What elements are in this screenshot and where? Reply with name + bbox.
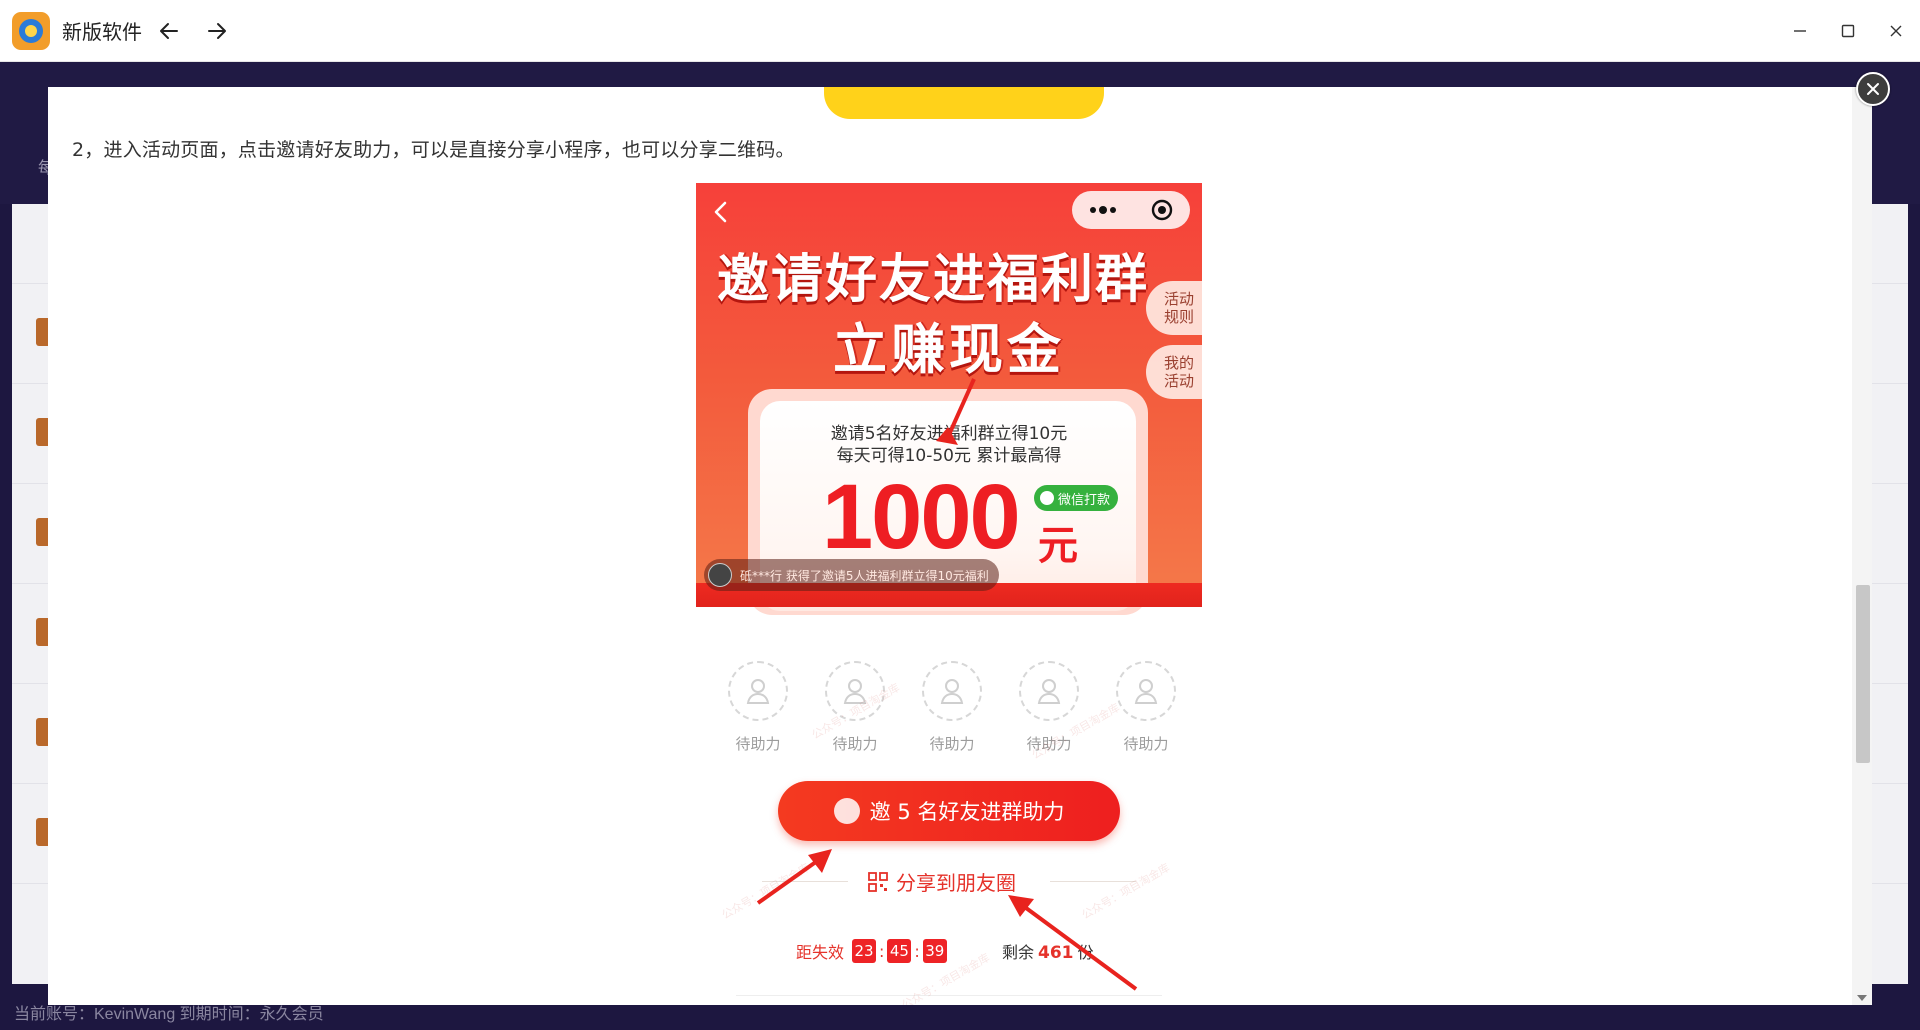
invite-button-label: 邀 5 名好友进群助力: [869, 800, 1065, 824]
divider: [736, 995, 1162, 996]
rules-tab-label: 活动规则: [1164, 290, 1195, 326]
user-placeholder-icon: [922, 661, 982, 721]
helper-status: 待助力: [929, 735, 975, 753]
headline-line-2: 立赚现金: [833, 318, 1065, 381]
wechat-pay-badge: 微信打款: [1034, 485, 1119, 511]
remaining-value: 461: [1038, 943, 1074, 963]
window-close-button[interactable]: [1872, 0, 1920, 62]
wechat-icon: [1040, 491, 1054, 505]
share-moments-label: 分享到朋友圈: [896, 871, 1016, 895]
helper-status: 待助力: [1123, 735, 1169, 753]
helper-slot: 待助力: [912, 661, 992, 754]
timer-minutes: 45: [887, 939, 912, 963]
close-icon: [1867, 83, 1879, 95]
window-titlebar: 新版软件: [0, 0, 1920, 62]
activity-screenshot: 邀请好友进福利群 立赚现金 活动规则 我的活动 邀请5名好友进福利群立得10元 …: [696, 183, 1202, 1005]
ticker-text: 砥***行 获得了邀请5人进福利群立得10元福利: [740, 568, 989, 583]
reward-line-2: 每天可得10-50元 累计最高得: [836, 446, 1062, 466]
reward-unit: 元: [1038, 523, 1078, 569]
remaining-label: 剩余: [1002, 943, 1035, 962]
helper-status: 待助力: [735, 735, 781, 753]
target-close-icon: [1151, 199, 1173, 221]
minimize-icon: [1794, 30, 1806, 32]
back-button[interactable]: [148, 10, 190, 52]
scroll-down-icon[interactable]: [1857, 995, 1867, 1001]
forward-button[interactable]: [196, 10, 238, 52]
window-title: 新版软件: [62, 20, 142, 44]
minimize-button[interactable]: [1776, 0, 1824, 62]
qr-code-icon: [868, 871, 888, 892]
modal-scrollbar[interactable]: [1852, 87, 1872, 1005]
previous-image-fragment: [824, 87, 1104, 119]
maximize-icon: [1841, 24, 1855, 38]
more-dots-icon: [1090, 206, 1116, 214]
remaining-unit: 份: [1077, 943, 1094, 962]
step-instruction: 2，进入活动页面，点击邀请好友助力，可以是直接分享小程序，也可以分享二维码。: [72, 139, 795, 161]
invite-friends-button: 邀 5 名好友进群助力: [778, 781, 1120, 841]
my-activity-tab-label: 我的活动: [1164, 354, 1195, 390]
my-activity-tab: 我的活动: [1146, 345, 1202, 399]
helper-slot: 待助力: [718, 661, 798, 754]
expiry-countdown: 距失效 23: 45: 39: [796, 939, 949, 963]
user-placeholder-icon: [728, 661, 788, 721]
miniprogram-capsule: [1072, 191, 1190, 229]
rules-tab: 活动规则: [1146, 281, 1202, 335]
scrollbar-thumb[interactable]: [1856, 585, 1870, 763]
headline-line-1: 邀请好友进福利群: [716, 250, 1149, 310]
timer-seconds: 39: [922, 939, 947, 963]
tutorial-modal: 2，进入活动页面，点击邀请好友助力，可以是直接分享小程序，也可以分享二维码。 邀…: [48, 87, 1872, 1005]
user-placeholder-icon: [1116, 661, 1176, 721]
chevron-left-icon: [714, 201, 727, 223]
app-logo-icon: [12, 11, 50, 50]
activity-ticker: 砥***行 获得了邀请5人进福利群立得10元福利: [704, 559, 999, 591]
avatar: [708, 563, 732, 587]
maximize-button[interactable]: [1824, 0, 1872, 62]
expiry-label: 距失效: [796, 943, 845, 962]
arrow-left-icon: [160, 22, 178, 39]
arrow-right-icon: [208, 22, 226, 39]
close-icon: [1890, 25, 1902, 37]
remaining-count: 剩余 461 份: [1002, 939, 1094, 963]
user-placeholder-icon: [1019, 661, 1079, 721]
timer-hours: 23: [852, 939, 877, 963]
wechat-pay-label: 微信打款: [1058, 492, 1111, 508]
modal-close-button[interactable]: [1856, 72, 1890, 106]
share-moments-link: 分享到朋友圈: [868, 867, 1016, 896]
wechat-icon: [833, 798, 860, 824]
reward-amount: 1000: [822, 466, 1021, 568]
